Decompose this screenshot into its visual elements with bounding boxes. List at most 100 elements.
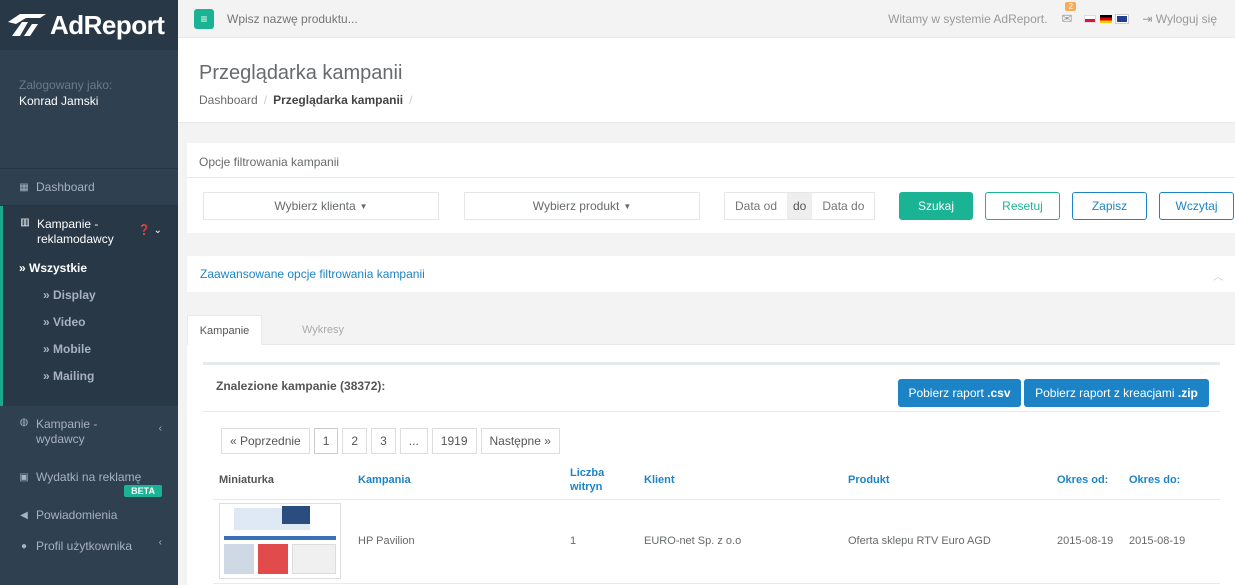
client-dropdown-label: Wybierz klienta — [274, 199, 356, 213]
campaign-thumbnail[interactable] — [219, 503, 341, 579]
date-from-input[interactable] — [725, 193, 787, 219]
pagination-page[interactable]: 3 — [371, 428, 396, 454]
download-zip-button[interactable]: Pobierz raport z kreacjami .zip — [1024, 379, 1209, 407]
logo[interactable]: AdReport — [0, 0, 178, 50]
sidebar-subitem-all[interactable]: » Wszystkie — [3, 255, 178, 282]
sidebar-subitem-display[interactable]: » Display — [3, 282, 178, 309]
pagination-page[interactable]: 1 — [313, 428, 339, 454]
logout-link[interactable]: ⇥ Wyloguj się — [1142, 12, 1217, 26]
zip-ext: .zip — [1177, 386, 1198, 400]
row-product: Oferta sklepu RTV Euro AGD — [842, 499, 1051, 584]
col-thumbnail: Miniaturka — [213, 461, 352, 500]
breadcrumb-current: Przeglądarka kampanii — [273, 93, 404, 107]
table-header-row: Miniaturka Kampania Liczba witryn Klient… — [213, 461, 1220, 500]
flag-gb-icon[interactable] — [1115, 13, 1130, 24]
col-sites[interactable]: Liczba witryn — [564, 461, 638, 500]
row-sites: 1 — [564, 499, 638, 584]
sidebar-nav: ▦ Dashboard ▥ Kampanie - reklamodawcy ❓ … — [0, 168, 178, 575]
csv-ext: .csv — [987, 386, 1011, 400]
menu-toggle-button[interactable]: ≡ — [194, 8, 214, 29]
pagination-page[interactable]: 2 — [342, 428, 368, 454]
pagination-page[interactable]: 1919 — [431, 428, 477, 454]
sidebar: AdReport Zalogowany jako: Konrad Jamski … — [0, 0, 178, 585]
tab-charts[interactable]: Wykresy — [277, 315, 369, 346]
welcome-text: Witamy w systemie AdReport. — [888, 11, 1048, 26]
col-campaign[interactable]: Kampania — [352, 461, 564, 500]
product-dropdown-label: Wybierz produkt — [532, 199, 620, 213]
campaigns-table: Miniaturka Kampania Liczba witryn Klient… — [213, 461, 1220, 584]
col-to[interactable]: Okres do: — [1123, 461, 1220, 500]
logo-icon — [8, 14, 46, 36]
row-from: 2015-08-19 — [1051, 499, 1123, 584]
pagination-prev[interactable]: « Poprzednie — [221, 428, 310, 454]
logout-label: Wyloguj się — [1155, 11, 1217, 26]
user-icon: ● — [20, 540, 28, 552]
top-right-area: Witamy w systemie AdReport. ✉ 2 ⇥ Wylogu… — [888, 1, 1235, 27]
page-header: Przeglądarka kampanii Dashboard / Przegląd… — [178, 38, 1235, 123]
sidebar-item-label: Kampanie - reklamodawcy — [37, 217, 114, 246]
load-button[interactable]: Wczytaj — [1159, 192, 1234, 220]
messages-button[interactable]: ✉ 2 — [1061, 1, 1076, 27]
date-separator: do — [787, 193, 813, 219]
user-name[interactable]: Konrad Jamski — [19, 94, 178, 108]
sidebar-item-label: Powiadomienia — [36, 508, 118, 522]
sidebar-item-user-profile[interactable]: ● Profil użytkownika ‹ — [0, 535, 178, 575]
sidebar-item-ad-spend[interactable]: ▣ Wydatki na reklamę BETA — [0, 460, 178, 500]
page-title: Przeglądarka kampanii — [199, 62, 403, 84]
flag-de-icon[interactable] — [1100, 14, 1113, 23]
zip-label: Pobierz raport z kreacjami — [1035, 386, 1175, 400]
pagination-next[interactable]: Następne » — [480, 428, 560, 454]
col-client[interactable]: Klient — [638, 461, 842, 500]
sidebar-item-label: Dashboard — [36, 180, 95, 194]
row-campaign[interactable]: HP Pavilion — [352, 499, 564, 584]
col-from[interactable]: Okres od: — [1051, 461, 1123, 500]
table-row[interactable]: HP Pavilion 1 EURO-net Sp. z o.o Oferta … — [213, 499, 1220, 584]
product-dropdown[interactable]: Wybierz produkt ▼ — [464, 192, 700, 220]
advanced-filter-panel[interactable]: Zaawansowane opcje filtrowania kampanii … — [187, 256, 1235, 292]
date-to-input[interactable] — [812, 193, 875, 219]
tab-campaigns[interactable]: Kampanie — [187, 315, 262, 346]
tabs: Kampanie Wykresy — [187, 315, 1235, 346]
save-button[interactable]: Zapisz — [1072, 192, 1147, 220]
sidebar-subitem-video[interactable]: » Video — [3, 309, 178, 336]
help-chevron-icon[interactable]: ❓ ⌄ — [138, 225, 162, 236]
csv-label: Pobierz raport — [908, 386, 984, 400]
sidebar-subitem-mobile[interactable]: » Mobile — [3, 336, 178, 363]
breadcrumb-home[interactable]: Dashboard — [199, 93, 258, 107]
pagination-ellipsis[interactable]: ... — [399, 428, 428, 454]
client-dropdown[interactable]: Wybierz klienta ▼ — [203, 192, 439, 220]
top-bar: ≡ Witamy w systemie AdReport. ✉ 2 ⇥ Wylo… — [178, 0, 1235, 38]
message-count-badge: 2 — [1065, 1, 1076, 11]
chevron-up-icon[interactable]: ︿ — [1213, 268, 1223, 283]
reset-button[interactable]: Resetuj — [985, 192, 1060, 220]
brand-name: AdReport — [50, 9, 165, 40]
advanced-filter-title[interactable]: Zaawansowane opcje filtrowania kampanii — [200, 267, 425, 281]
sidebar-item-dashboard[interactable]: ▦ Dashboard — [0, 168, 178, 206]
product-search-input[interactable] — [227, 11, 527, 26]
filter-panel: Opcje filtrowania kampanii Wybierz klien… — [187, 143, 1235, 233]
sidebar-item-campaigns-advertisers[interactable]: ▥ Kampanie - reklamodawcy ❓ ⌄ » Wszystki… — [0, 206, 178, 406]
sidebar-item-notifications[interactable]: ◀ Powiadomienia — [0, 500, 178, 535]
sidebar-item-campaigns-publishers[interactable]: ◍ Kampanie - wydawcy ‹ — [0, 406, 178, 460]
caret-down-icon: ▼ — [623, 201, 632, 211]
chart-icon: ▥ — [20, 217, 30, 228]
search-button[interactable]: Szukaj — [899, 192, 973, 220]
sidebar-item-label: Profil użytkownika — [36, 539, 133, 553]
filter-panel-title: Opcje filtrowania kampanii — [187, 143, 1235, 178]
flag-pl-icon[interactable] — [1084, 14, 1097, 23]
sidebar-subitem-mailing[interactable]: » Mailing — [3, 363, 178, 390]
sign-out-icon: ⇥ — [1142, 11, 1153, 26]
row-client: EURO-net Sp. z o.o — [638, 499, 842, 584]
row-to: 2015-08-19 — [1123, 499, 1220, 584]
logged-as-label: Zalogowany jako: — [19, 78, 113, 92]
results-count: Znalezione kampanie (38372): — [216, 379, 386, 393]
caret-down-icon: ▼ — [359, 201, 368, 211]
beta-badge: BETA — [124, 485, 162, 497]
breadcrumb: Dashboard / Przeglądarka kampanii / — [199, 93, 413, 107]
download-csv-button[interactable]: Pobierz raport .csv — [898, 379, 1021, 407]
chevron-left-icon: ‹ — [158, 423, 162, 434]
globe-icon: ◍ — [19, 417, 29, 428]
col-product[interactable]: Produkt — [842, 461, 1051, 500]
divider — [203, 411, 1220, 412]
bullhorn-icon: ◀ — [20, 509, 28, 521]
